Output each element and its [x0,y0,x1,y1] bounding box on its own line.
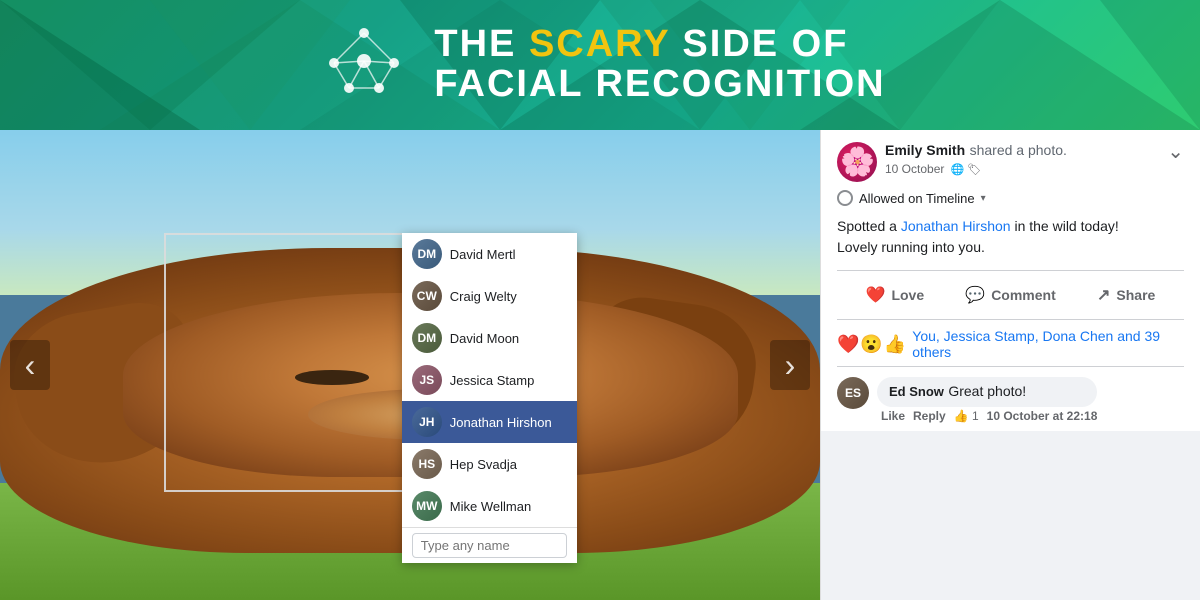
avatar-hep-svadja: HS [412,449,442,479]
share-icon: ↗ [1097,285,1110,305]
person-list: DM David Mertl CW Craig Welty DM David M… [402,233,577,563]
avatar-ed-snow: ES [837,377,869,409]
main-content: DM David Mertl CW Craig Welty DM David M… [0,130,1200,600]
post-divider [837,270,1184,271]
person-name-jessica-stamp: Jessica Stamp [450,373,535,388]
avatar-jonathan-hirshon: JH [412,407,442,437]
post-mention[interactable]: Jonathan Hirshon [901,218,1011,234]
person-name-mike-wellman: Mike Wellman [450,499,531,514]
person-item-craig-welty[interactable]: CW Craig Welty [402,275,577,317]
post-date-row: 10 October 🌐 🏷 [885,162,1159,176]
more-options[interactable]: ⌄ [1167,142,1184,162]
facebook-panel: Emily Smith shared a photo. 10 October 🌐… [820,130,1200,600]
poster-avatar [837,142,877,182]
next-arrow[interactable]: › [770,340,810,390]
person-name-david-mertl: David Mertl [450,247,516,262]
title-scary: SCARY [529,23,670,65]
fb-post: Emily Smith shared a photo. 10 October 🌐… [821,130,1200,431]
like-emoji: 👍 [884,335,906,353]
header-banner: THE SCARY SIDE OF FACIAL RECOGNITION [0,0,1200,130]
share-button[interactable]: ↗ Share [1068,279,1184,311]
comment-label: Comment [991,287,1056,303]
comment-button[interactable]: 💬 Comment [953,279,1069,311]
poster-name[interactable]: Emily Smith [885,142,965,158]
action-buttons-row: ❤️ Love 💬 Comment ↗ Share [837,275,1184,315]
privacy-icons: 🌐 🏷 [950,162,981,176]
reactions-text[interactable]: You, Jessica Stamp, Dona Chen and 39 oth… [912,328,1184,360]
radio-circle [837,190,853,206]
title-post: SIDE OF [670,23,849,65]
post-author-line: Emily Smith shared a photo. [885,142,1159,160]
tag-icon: 🏷 [967,162,981,176]
person-item-jonathan-hirshon[interactable]: JH Jonathan Hirshon [402,401,577,443]
love-label: Love [891,287,924,303]
comment-author[interactable]: Ed Snow [889,384,944,399]
comment-thumbs-count: 👍 1 [954,409,979,423]
person-name-craig-welty: Craig Welty [450,289,517,304]
heart-emoji: ❤️ [837,335,859,353]
person-name-jonathan-hirshon: Jonathan Hirshon [450,415,552,430]
post-body: Spotted a Jonathan Hirshon in the wild t… [837,216,1184,258]
avatar-craig-welty: CW [412,281,442,311]
avatar-david-moon: DM [412,323,442,353]
person-item-jessica-stamp[interactable]: JS Jessica Stamp [402,359,577,401]
avatar-mike-wellman: MW [412,491,442,521]
wow-emoji: 😮 [860,335,882,353]
comment-icon: 💬 [965,285,985,305]
comment-section: ES Ed Snow Great photo! Like Reply 👍 1 1… [837,367,1184,431]
photo-area: DM David Mertl CW Craig Welty DM David M… [0,130,820,600]
comment-like-link[interactable]: Like [881,409,905,423]
post-meta: Emily Smith shared a photo. 10 October 🌐… [885,142,1159,176]
love-button[interactable]: ❤️ Love [837,279,953,311]
title-line2: FACIAL RECOGNITION [434,65,885,105]
globe-icon: 🌐 [950,162,964,176]
header-title: THE SCARY SIDE OF FACIAL RECOGNITION [434,25,885,105]
person-search-input[interactable] [412,533,567,558]
avatar-david-mertl: DM [412,239,442,269]
reactions-row: ❤️ 😮 👍 You, Jessica Stamp, Dona Chen and… [837,319,1184,367]
person-item-david-moon[interactable]: DM David Moon [402,317,577,359]
comment-date: 10 October at 22:18 [987,409,1098,423]
comment-reply-link[interactable]: Reply [913,409,946,423]
network-icon [314,13,414,118]
love-icon: ❤️ [866,285,886,305]
share-label: Share [1116,287,1155,303]
comment-ed-snow: ES Ed Snow Great photo! Like Reply 👍 1 1… [837,377,1184,423]
header-content: THE SCARY SIDE OF FACIAL RECOGNITION [314,13,885,118]
timeline-badge: Allowed on Timeline ▾ [837,190,1184,206]
post-header: Emily Smith shared a photo. 10 October 🌐… [837,142,1184,182]
person-item-david-mertl[interactable]: DM David Mertl [402,233,577,275]
post-body-pre: Spotted a [837,218,901,234]
comment-content: Ed Snow Great photo! Like Reply 👍 1 10 O… [877,377,1097,423]
person-search-container [402,527,577,563]
prev-arrow[interactable]: ‹ [10,340,50,390]
post-action: shared a photo. [970,142,1067,158]
person-name-david-moon: David Moon [450,331,519,346]
reaction-emojis: ❤️ 😮 👍 [837,335,906,353]
comment-meta: Like Reply 👍 1 10 October at 22:18 [881,409,1097,423]
avatar-jessica-stamp: JS [412,365,442,395]
timeline-dropdown-arrow[interactable]: ▾ [981,193,986,204]
person-item-hep-svadja[interactable]: HS Hep Svadja [402,443,577,485]
person-name-hep-svadja: Hep Svadja [450,457,517,472]
post-date: 10 October [885,162,944,176]
comment-text: Great photo! [948,383,1026,399]
title-pre: THE [434,23,529,65]
person-item-mike-wellman[interactable]: MW Mike Wellman [402,485,577,527]
timeline-label: Allowed on Timeline [859,191,975,206]
comment-bubble: Ed Snow Great photo! [877,377,1097,407]
